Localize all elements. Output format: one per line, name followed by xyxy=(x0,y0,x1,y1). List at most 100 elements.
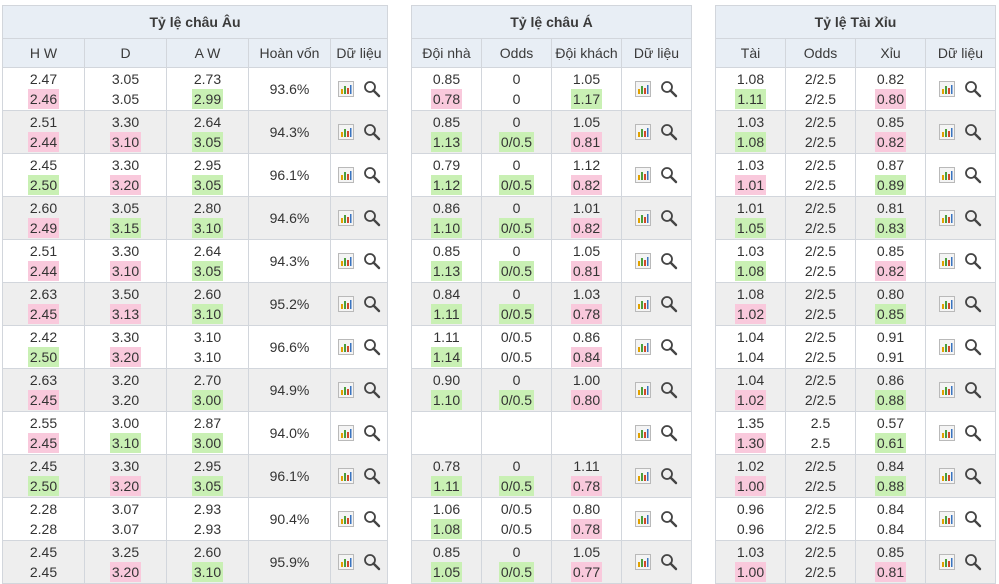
bar-chart-icon[interactable] xyxy=(337,382,354,398)
opening-odds: 3.50 xyxy=(111,286,140,302)
search-icon[interactable] xyxy=(660,424,678,442)
search-icon[interactable] xyxy=(964,166,982,184)
search-icon[interactable] xyxy=(964,295,982,313)
search-icon[interactable] xyxy=(363,295,381,313)
search-icon[interactable] xyxy=(363,338,381,356)
opening-odds: 0 xyxy=(512,286,521,302)
bar-chart-icon[interactable] xyxy=(635,124,652,140)
bar-chart-icon[interactable] xyxy=(939,167,955,183)
bar-chart-icon[interactable] xyxy=(635,167,652,183)
search-icon[interactable] xyxy=(660,467,678,485)
search-icon[interactable] xyxy=(964,381,982,399)
bar-chart-icon[interactable] xyxy=(337,339,354,355)
bar-chart-icon[interactable] xyxy=(337,511,354,527)
away-win-odds: 2.95 3.05 xyxy=(166,454,249,498)
bar-chart-icon[interactable] xyxy=(635,81,652,97)
bar-chart-icon[interactable] xyxy=(635,210,652,226)
search-icon[interactable] xyxy=(964,80,982,98)
current-odds: 0.78 xyxy=(430,89,463,109)
bar-chart-icon[interactable] xyxy=(337,167,354,183)
search-icon[interactable] xyxy=(660,338,678,356)
search-icon[interactable] xyxy=(660,295,678,313)
bar-chart-icon[interactable] xyxy=(337,253,354,269)
bar-chart-icon[interactable] xyxy=(635,253,652,269)
search-icon[interactable] xyxy=(363,467,381,485)
bar-chart-icon[interactable] xyxy=(939,425,955,441)
bar-chart-icon[interactable] xyxy=(939,339,955,355)
search-icon[interactable] xyxy=(964,209,982,227)
bar-chart-icon[interactable] xyxy=(635,468,652,484)
bar-chart-icon[interactable] xyxy=(635,511,652,527)
bar-chart-icon[interactable] xyxy=(939,511,955,527)
search-icon[interactable] xyxy=(660,510,678,528)
bar-chart-icon[interactable] xyxy=(635,425,652,441)
search-icon[interactable] xyxy=(964,123,982,141)
search-icon[interactable] xyxy=(964,467,982,485)
search-icon[interactable] xyxy=(660,166,678,184)
bar-chart-icon[interactable] xyxy=(337,124,354,140)
bar-chart-icon[interactable] xyxy=(635,554,652,570)
bar-chart-icon[interactable] xyxy=(939,253,955,269)
bar-chart-icon[interactable] xyxy=(635,339,652,355)
away-odds: 1.05 0.81 xyxy=(551,239,622,283)
opening-odds: 2/2.5 xyxy=(804,329,837,345)
over-odds: 1.04 1.02 xyxy=(715,368,786,412)
search-icon[interactable] xyxy=(964,510,982,528)
bar-chart-icon[interactable] xyxy=(337,210,354,226)
search-icon[interactable] xyxy=(964,553,982,571)
opening-odds: 1.03 xyxy=(572,286,601,302)
away-odds: 1.05 0.81 xyxy=(551,110,622,154)
opening-odds: 0.86 xyxy=(876,372,905,388)
bar-chart-icon[interactable] xyxy=(939,468,955,484)
search-icon[interactable] xyxy=(964,252,982,270)
col-header-home-win: H W xyxy=(2,38,85,68)
bar-chart-icon[interactable] xyxy=(337,554,354,570)
search-icon[interactable] xyxy=(660,553,678,571)
current-odds: 0/0.5 xyxy=(498,218,535,238)
bar-chart-icon[interactable] xyxy=(337,296,354,312)
search-icon[interactable] xyxy=(660,80,678,98)
bar-chart-icon[interactable] xyxy=(939,296,955,312)
opening-odds: 0.84 xyxy=(876,501,905,517)
current-odds: 0.81 xyxy=(874,562,907,582)
search-icon[interactable] xyxy=(363,80,381,98)
handicap-odds: 0 0/0.5 xyxy=(481,110,552,154)
table-row: 0.84 1.11 0 0/0.5 1.03 0.78 xyxy=(411,282,693,326)
bar-chart-icon[interactable] xyxy=(635,382,652,398)
search-icon[interactable] xyxy=(660,252,678,270)
search-icon[interactable] xyxy=(363,424,381,442)
table-row: 2.45 2.50 3.30 3.20 2.95 3.05 96.1% xyxy=(2,454,388,498)
bar-chart-icon[interactable] xyxy=(337,81,354,97)
search-icon[interactable] xyxy=(660,209,678,227)
bar-chart-icon[interactable] xyxy=(939,81,955,97)
search-icon[interactable] xyxy=(363,553,381,571)
current-odds: 0.81 xyxy=(570,132,603,152)
bar-chart-icon[interactable] xyxy=(939,210,955,226)
search-icon[interactable] xyxy=(363,381,381,399)
bar-chart-icon[interactable] xyxy=(635,296,652,312)
away-win-odds: 2.70 3.00 xyxy=(166,368,249,412)
over-odds: 1.02 1.00 xyxy=(715,454,786,498)
current-odds: 2.45 xyxy=(27,304,60,324)
bar-chart-icon[interactable] xyxy=(939,124,955,140)
return-rate: 94.0% xyxy=(248,411,331,455)
current-odds: 0.96 xyxy=(736,521,765,537)
search-icon[interactable] xyxy=(660,123,678,141)
table-row: 2.28 2.28 3.07 3.07 2.93 2.93 90.4% xyxy=(2,497,388,541)
search-icon[interactable] xyxy=(363,209,381,227)
bar-chart-icon[interactable] xyxy=(939,382,955,398)
current-odds: 3.13 xyxy=(109,304,142,324)
table-row: 0.78 1.11 0 0/0.5 1.11 0.78 xyxy=(411,454,693,498)
search-icon[interactable] xyxy=(363,510,381,528)
search-icon[interactable] xyxy=(964,424,982,442)
search-icon[interactable] xyxy=(363,123,381,141)
bar-chart-icon[interactable] xyxy=(337,468,354,484)
search-icon[interactable] xyxy=(660,381,678,399)
total-line: 2/2.5 2/2.5 xyxy=(785,454,856,498)
search-icon[interactable] xyxy=(964,338,982,356)
bar-chart-icon[interactable] xyxy=(939,554,955,570)
search-icon[interactable] xyxy=(363,166,381,184)
home-odds: 1.11 1.14 xyxy=(411,325,482,369)
bar-chart-icon[interactable] xyxy=(337,425,354,441)
search-icon[interactable] xyxy=(363,252,381,270)
